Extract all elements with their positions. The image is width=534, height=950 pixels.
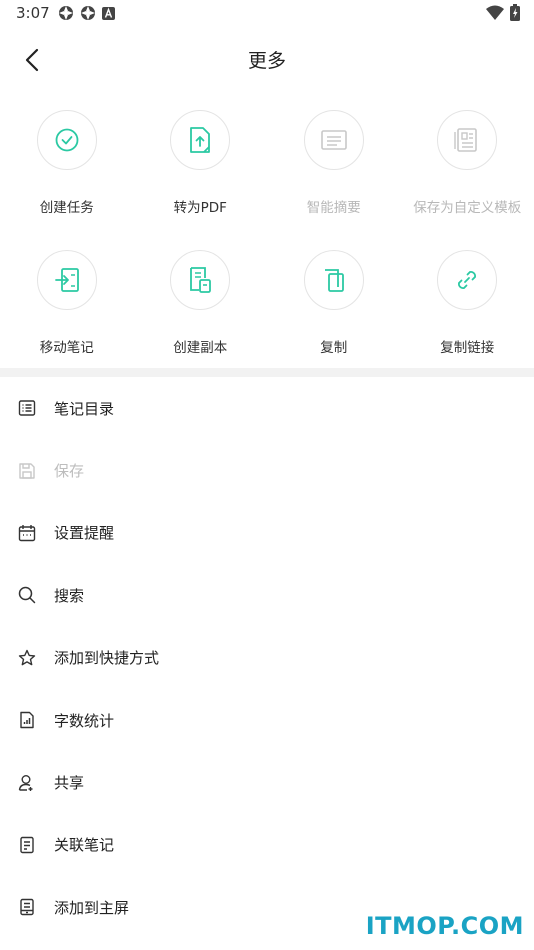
copy-button[interactable]: 复制 xyxy=(267,240,401,380)
template-icon xyxy=(454,128,478,152)
page-title: 更多 xyxy=(247,50,286,72)
share-user-icon xyxy=(18,774,36,792)
share-item[interactable]: 共享 xyxy=(0,751,534,813)
action-grid-row: 创建任务 转为PDF 智能摘要 保存为自定义模板 xyxy=(0,100,534,240)
create-task-button[interactable]: 创建任务 xyxy=(0,100,134,240)
save-icon xyxy=(18,462,36,480)
word-count-item[interactable]: 字数统计 xyxy=(0,689,534,751)
related-note-label: 关联笔记 xyxy=(54,836,115,855)
star-icon xyxy=(18,649,36,667)
status-system-icons xyxy=(486,4,520,21)
set-reminder-label: 设置提醒 xyxy=(54,524,115,543)
status-notifications xyxy=(58,5,115,21)
word-count-icon xyxy=(18,711,36,729)
smart-summary-label: 智能摘要 xyxy=(306,200,361,216)
word-count-label: 字数统计 xyxy=(54,711,115,730)
move-note-button[interactable]: 移动笔记 xyxy=(0,240,134,380)
move-note-label: 移动笔记 xyxy=(39,340,94,356)
check-circle-icon xyxy=(55,128,79,152)
related-note-item[interactable]: 关联笔记 xyxy=(0,814,534,876)
move-note-icon xyxy=(54,268,79,292)
action-circle xyxy=(36,110,97,170)
create-copy-label: 创建副本 xyxy=(173,340,228,356)
copy-label: 复制 xyxy=(320,340,348,356)
summary-icon xyxy=(320,130,347,150)
action-circle xyxy=(170,250,231,310)
set-reminder-item[interactable]: 设置提醒 xyxy=(0,502,534,564)
status-bar: 3:07 xyxy=(0,0,534,28)
create-task-label: 创建任务 xyxy=(39,200,94,216)
convert-pdf-button[interactable]: 转为PDF xyxy=(134,100,268,240)
search-label: 搜索 xyxy=(54,586,85,605)
action-grid: 创建任务 转为PDF 智能摘要 保存为自定义模板 移动笔记 创建副本 复制 复制… xyxy=(0,100,534,380)
action-circle xyxy=(437,110,498,170)
action-circle xyxy=(303,250,364,310)
notification-app-icon xyxy=(81,6,95,20)
add-shortcut-label: 添加到快捷方式 xyxy=(54,649,160,668)
calendar-icon xyxy=(18,524,36,542)
convert-pdf-label: 转为PDF xyxy=(173,200,227,216)
add-shortcut-item[interactable]: 添加到快捷方式 xyxy=(0,627,534,689)
copy-link-button[interactable]: 复制链接 xyxy=(401,240,534,380)
action-circle xyxy=(36,250,97,310)
section-divider xyxy=(0,368,534,377)
notification-a-icon xyxy=(102,6,115,20)
action-circle xyxy=(170,110,231,170)
action-circle xyxy=(437,250,498,310)
home-screen-icon xyxy=(18,898,36,916)
wifi-icon xyxy=(486,5,504,20)
action-circle xyxy=(303,110,364,170)
related-note-icon xyxy=(18,836,36,854)
share-label: 共享 xyxy=(54,774,85,793)
save-template-label: 保存为自定义模板 xyxy=(413,200,522,216)
add-home-screen-label: 添加到主屏 xyxy=(54,898,130,917)
smart-summary-button[interactable]: 智能摘要 xyxy=(267,100,401,240)
toc-icon xyxy=(18,399,36,417)
copy-icon xyxy=(324,269,344,292)
battery-icon xyxy=(510,4,520,21)
create-copy-button[interactable]: 创建副本 xyxy=(134,240,268,380)
pdf-export-icon xyxy=(190,127,211,153)
notification-app-icon xyxy=(59,6,73,20)
duplicate-icon xyxy=(190,267,212,293)
header: 更多 xyxy=(0,28,534,88)
copy-link-label: 复制链接 xyxy=(440,340,495,356)
search-item[interactable]: 搜索 xyxy=(0,564,534,626)
save-label: 保存 xyxy=(54,462,85,481)
link-icon xyxy=(458,271,477,289)
action-grid-row: 移动笔记 创建副本 复制 复制链接 xyxy=(0,240,534,380)
save-item[interactable]: 保存 xyxy=(0,439,534,501)
search-icon xyxy=(18,586,36,604)
save-template-button[interactable]: 保存为自定义模板 xyxy=(401,100,534,240)
status-time: 3:07 xyxy=(16,4,50,22)
note-toc-item[interactable]: 笔记目录 xyxy=(0,377,534,439)
note-toc-label: 笔记目录 xyxy=(54,399,115,418)
site-watermark: ITMOP.COM xyxy=(365,912,524,940)
action-list: 笔记目录 保存 设置提醒 搜索 添加到快捷方式 字数统计 共享 关联笔记 添加到… xyxy=(0,377,534,939)
